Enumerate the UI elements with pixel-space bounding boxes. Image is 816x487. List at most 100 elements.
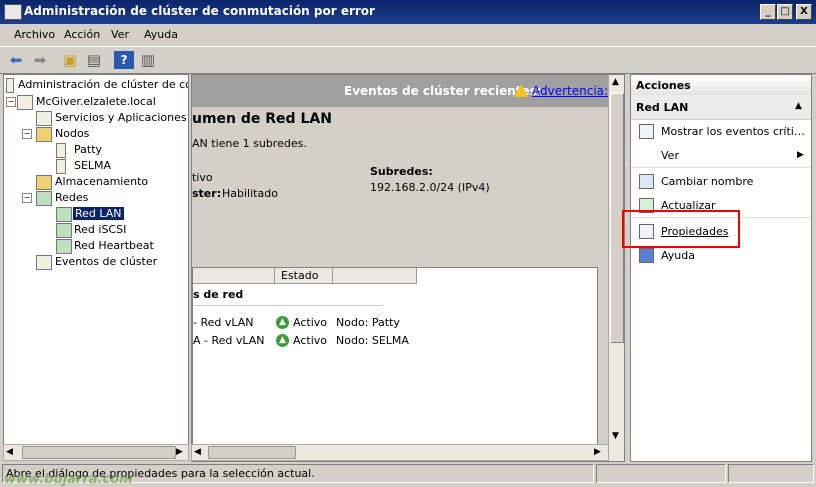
warning-icon xyxy=(514,84,528,97)
help-icon xyxy=(639,248,654,263)
action-view[interactable]: Ver ▶ xyxy=(631,143,811,168)
subnets-label: Subredes: xyxy=(370,165,433,178)
scroll-left-icon[interactable]: ◀ xyxy=(6,447,13,457)
close-button[interactable]: X xyxy=(796,4,812,20)
warning-link[interactable]: Advertencia: 1 xyxy=(532,84,620,98)
actions-title: Acciones xyxy=(636,79,691,92)
menu-ayuda[interactable]: Ayuda xyxy=(144,28,178,41)
subnets-summary: AN tiene 1 subredes. xyxy=(192,137,307,150)
actions-pane: Acciones Red LAN ▲ Mostrar los eventos c… xyxy=(630,74,812,462)
app-icon xyxy=(4,4,22,20)
rename-icon xyxy=(639,174,654,189)
expander-cluster[interactable]: − xyxy=(6,97,16,107)
forward-arrow-icon[interactable]: ➡ xyxy=(30,51,50,69)
column-header-name[interactable] xyxy=(193,268,275,284)
tree-item-nodes[interactable]: Nodos xyxy=(55,127,89,140)
tree-item-red-iscsi[interactable]: Red iSCSI xyxy=(74,223,126,236)
tree-item-events[interactable]: Eventos de clúster xyxy=(55,255,157,268)
submenu-arrow-icon: ▶ xyxy=(797,150,804,160)
toolbar: ⬅ ➡ ▣ ▤ ? ▥ xyxy=(0,46,816,74)
actions-section-title: Red LAN xyxy=(636,101,689,114)
action-label: Mostrar los eventos críti… xyxy=(661,125,805,138)
scroll-thumb[interactable] xyxy=(208,446,296,459)
nodes-folder-icon xyxy=(36,127,52,142)
menu-bar: Archivo Acción Ver Ayuda xyxy=(0,24,816,45)
watermark: www.bujarra.com xyxy=(4,472,133,487)
action-label: Cambiar nombre xyxy=(661,175,754,188)
row-status: Activo xyxy=(293,334,327,347)
column-header-status[interactable]: Estado xyxy=(275,268,333,284)
cluster-use-value: Habilitado xyxy=(222,187,278,200)
tree-item-networks[interactable]: Redes xyxy=(55,191,88,204)
help-icon[interactable]: ? xyxy=(114,51,134,69)
scroll-thumb[interactable] xyxy=(22,446,176,459)
tree-root[interactable]: Administración de clúster de conmu xyxy=(18,78,188,91)
back-arrow-icon[interactable]: ⬅ xyxy=(6,51,26,69)
group-divider xyxy=(193,305,383,306)
row-name[interactable]: A - Red vLAN xyxy=(193,334,265,347)
scroll-right-icon[interactable]: ▶ xyxy=(594,447,601,457)
action-label: Ayuda xyxy=(661,249,695,262)
title-bar: Administración de clúster de conmutación… xyxy=(0,0,816,24)
network-icon xyxy=(56,223,72,238)
tree-item-cluster[interactable]: McGiver.elzalete.local xyxy=(36,95,156,108)
tree-item-selma[interactable]: SELMA xyxy=(74,159,111,172)
list-group-label: s de red xyxy=(193,288,244,301)
expander-networks[interactable]: − xyxy=(22,193,32,203)
server-icon xyxy=(56,143,66,158)
collapse-icon[interactable]: ▲ xyxy=(795,101,802,111)
tree-item-red-heartbeat[interactable]: Red Heartbeat xyxy=(74,239,154,252)
up-arrow-icon: ▲ xyxy=(276,334,289,347)
network-icon xyxy=(56,207,72,222)
actions-section-header[interactable]: Red LAN ▲ xyxy=(631,95,811,120)
mmc-root-icon xyxy=(6,78,14,93)
minimize-button[interactable]: _ xyxy=(760,4,776,20)
services-icon xyxy=(36,111,52,126)
events-icon xyxy=(639,124,654,139)
row-status: Activo xyxy=(293,316,327,329)
networks-icon xyxy=(36,191,52,206)
highlight-box xyxy=(622,210,740,248)
tree-pane: Administración de clúster de conmu − McG… xyxy=(3,74,189,446)
menu-ver[interactable]: Ver xyxy=(111,28,129,41)
storage-icon xyxy=(36,175,52,190)
actions-title-bar: Acciones xyxy=(631,75,811,96)
expander-nodes[interactable]: − xyxy=(22,129,32,139)
row-node: Nodo: SELMA xyxy=(336,334,409,347)
tree-item-storage[interactable]: Almacenamiento xyxy=(55,175,148,188)
events-log-icon xyxy=(36,255,52,270)
summary-area: umen de Red LAN AN tiene 1 subredes. tiv… xyxy=(192,107,608,461)
scroll-left-icon[interactable]: ◀ xyxy=(194,447,201,457)
column-header-extra[interactable] xyxy=(333,268,417,284)
summary-heading: umen de Red LAN xyxy=(192,111,332,127)
server-icon xyxy=(56,159,66,174)
tree-item-red-lan[interactable]: Red LAN xyxy=(73,207,124,220)
action-rename[interactable]: Cambiar nombre xyxy=(631,169,811,193)
show-hide-action-pane-icon[interactable]: ▥ xyxy=(138,51,158,69)
scroll-down-icon[interactable]: ▼ xyxy=(612,431,619,441)
status-cell xyxy=(596,464,726,483)
show-hide-tree-icon[interactable]: ▤ xyxy=(84,51,104,69)
center-pane: Eventos de clúster recientes: Advertenci… xyxy=(191,74,625,462)
status-fragment: tivo xyxy=(192,171,213,184)
tree-horizontal-scrollbar[interactable]: ◀ ▶ xyxy=(3,444,189,461)
tree-item-services[interactable]: Servicios y Aplicaciones xyxy=(55,111,187,124)
menu-accion[interactable]: Acción xyxy=(64,28,100,41)
menu-archivo[interactable]: Archivo xyxy=(14,28,55,41)
center-horizontal-scrollbar[interactable]: ◀ ▶ xyxy=(191,444,609,461)
scroll-right-icon[interactable]: ▶ xyxy=(176,447,183,457)
network-icon xyxy=(56,239,72,254)
row-name[interactable]: - Red vLAN xyxy=(193,316,254,329)
action-label: Ver xyxy=(661,149,679,162)
row-node: Nodo: Patty xyxy=(336,316,400,329)
cluster-icon xyxy=(17,95,33,110)
tree-item-patty[interactable]: Patty xyxy=(74,143,102,156)
events-header: Eventos de clúster recientes: Advertenci… xyxy=(192,75,620,107)
scroll-up-icon[interactable]: ▲ xyxy=(612,77,619,87)
action-show-critical-events[interactable]: Mostrar los eventos críti… xyxy=(631,119,811,143)
subnet-value: 192.168.2.0/24 (IPv4) xyxy=(370,181,490,194)
status-cell xyxy=(728,464,814,483)
window-title: Administración de clúster de conmutación… xyxy=(24,4,375,18)
maximize-button[interactable]: □ xyxy=(777,4,793,20)
up-folder-icon[interactable]: ▣ xyxy=(60,51,80,69)
